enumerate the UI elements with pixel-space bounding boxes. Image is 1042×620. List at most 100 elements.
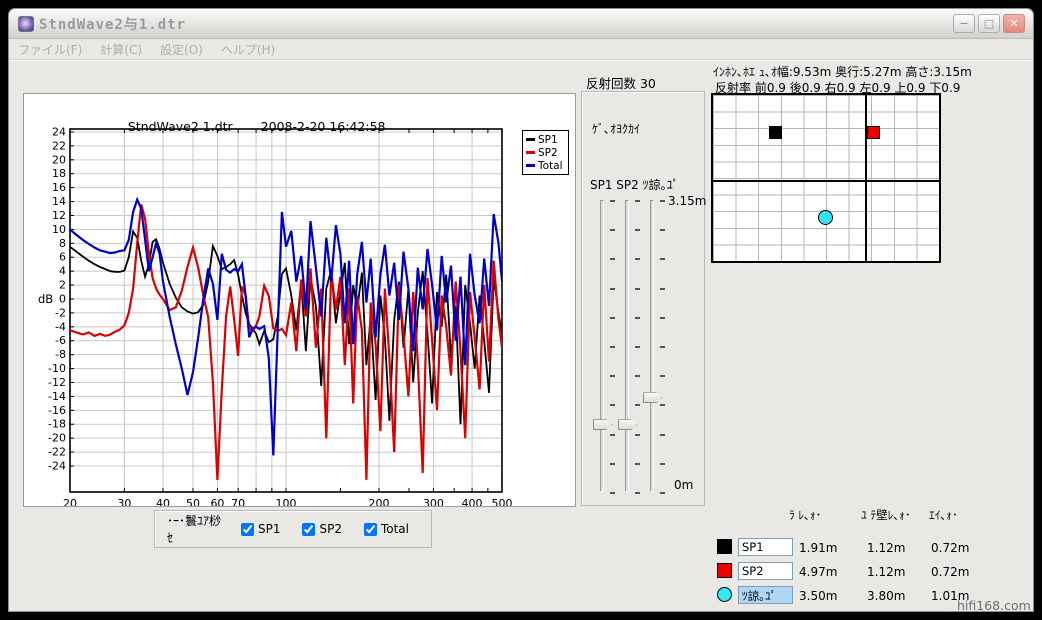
legend-item-total: Total xyxy=(526,159,565,172)
table-value: 1.12m xyxy=(867,541,905,555)
slider-thumb-2[interactable] xyxy=(618,419,637,430)
svg-text:dB: dB xyxy=(38,292,53,306)
app-window: StndWave2与1.dtr − □ ✕ ファイル(F) 計算(C) 設定(O… xyxy=(8,8,1034,612)
slider-tick xyxy=(610,346,615,348)
svg-text:4: 4 xyxy=(59,265,66,278)
slider-tick xyxy=(635,317,640,319)
svg-text:300: 300 xyxy=(423,497,444,506)
row-swatch-1 xyxy=(717,539,732,554)
slider-tick xyxy=(610,434,615,436)
legend-item-sp1: SP1 xyxy=(526,133,565,146)
checkbox-total-label[interactable]: Total xyxy=(381,522,409,536)
room-top-view-diagram[interactable] xyxy=(711,93,941,263)
svg-text:-2: -2 xyxy=(55,306,66,319)
slider-track-1[interactable] xyxy=(600,200,604,492)
height-slider-group: ｹﾞ､ｵﾖｸｶｲ SP1 SP2 ﾂ諒｡ﾕﾟ 3.15m 0m xyxy=(581,91,705,506)
row-swatch-3 xyxy=(717,587,732,602)
screen: StndWave2与1.dtr − □ ✕ ファイル(F) 計算(C) 設定(O… xyxy=(0,0,1042,620)
display-options-panel: ･ｰ･鬟ﾕｱ桫ｾ SP1 SP2 Total xyxy=(154,510,432,548)
svg-text:-16: -16 xyxy=(48,404,66,417)
slider-tick xyxy=(610,404,615,406)
row-name-input-2[interactable]: SP2 xyxy=(738,562,793,580)
app-icon xyxy=(18,16,34,32)
svg-text:14: 14 xyxy=(52,195,66,208)
chart-title-file: StndWave2 1.dtr xyxy=(128,119,233,134)
slider-tick xyxy=(635,404,640,406)
slider-tick xyxy=(635,492,640,494)
svg-text:50: 50 xyxy=(186,497,200,506)
checkbox-sp1[interactable] xyxy=(241,523,254,536)
slider-track-3[interactable] xyxy=(650,200,654,492)
window-title: StndWave2与1.dtr xyxy=(39,14,186,34)
slider-tick xyxy=(660,404,665,406)
title-bar: StndWave2与1.dtr − □ ✕ xyxy=(9,9,1033,39)
slider-tick xyxy=(660,200,665,202)
chart-legend: SP1 SP2 Total xyxy=(522,130,569,175)
slider-tick xyxy=(660,317,665,319)
svg-text:-20: -20 xyxy=(48,432,66,445)
room-marker-SP1[interactable] xyxy=(769,126,782,139)
row-name-input-1[interactable]: SP1 xyxy=(738,538,793,556)
slider-tick xyxy=(610,317,615,319)
slider-min-label: 0m xyxy=(674,478,693,492)
slider-tick xyxy=(635,288,640,290)
svg-text:18: 18 xyxy=(52,167,66,180)
slider-tick xyxy=(610,492,615,494)
sliders-caption: SP1 SP2 ﾂ諒｡ﾕﾟ xyxy=(590,176,679,193)
slider-tick xyxy=(610,258,615,260)
table-header-col2: ﾕ ﾃ壁ﾚ､ｫ･ xyxy=(861,507,911,523)
legend-dash-total xyxy=(526,164,535,167)
slider-track-2[interactable] xyxy=(625,200,629,492)
maximize-button[interactable]: □ xyxy=(978,14,1000,33)
menu-settings[interactable]: 設定(O) xyxy=(151,41,212,58)
menu-file[interactable]: ファイル(F) xyxy=(9,41,91,58)
row-name-input-3[interactable]: ﾂ諒｡ﾕﾟ xyxy=(738,586,793,604)
slider-tick xyxy=(660,258,665,260)
svg-text:200: 200 xyxy=(369,497,390,506)
watermark: hifi168.com xyxy=(957,598,1031,613)
reflection-count-label: 反射回数 30 xyxy=(586,73,656,92)
slider-tick xyxy=(660,346,665,348)
chart-panel: StndWave2 1.dtr2008-2-20 16:42:58 242220… xyxy=(23,93,576,507)
slider-tick xyxy=(610,375,615,377)
room-marker-SP2[interactable] xyxy=(867,126,880,139)
svg-text:0: 0 xyxy=(59,292,66,305)
slider-tick xyxy=(610,288,615,290)
slider-tick xyxy=(660,288,665,290)
slider-tick xyxy=(660,463,665,465)
room-center-hline xyxy=(713,180,939,182)
svg-text:-14: -14 xyxy=(48,390,66,403)
menu-help[interactable]: ヘルプ(H) xyxy=(212,41,284,58)
room-marker-listening-point[interactable] xyxy=(818,210,833,225)
menu-calc[interactable]: 計算(C) xyxy=(91,41,151,58)
display-options-label: ･ｰ･鬟ﾕｱ桫ｾ xyxy=(167,512,227,546)
checkbox-sp2[interactable] xyxy=(302,523,315,536)
slider-tick xyxy=(660,375,665,377)
slider-tick xyxy=(635,375,640,377)
room-center-vline xyxy=(865,95,867,261)
svg-text:400: 400 xyxy=(462,497,483,506)
minimize-button[interactable]: − xyxy=(953,14,975,33)
checkbox-sp2-label[interactable]: SP2 xyxy=(319,522,342,536)
table-value: 4.97m xyxy=(799,565,837,579)
checkbox-sp1-label[interactable]: SP1 xyxy=(258,522,281,536)
svg-text:70: 70 xyxy=(231,497,245,506)
menu-bar: ファイル(F) 計算(C) 設定(O) ヘルプ(H) xyxy=(9,39,1033,60)
svg-text:500: 500 xyxy=(492,497,513,506)
svg-text:-4: -4 xyxy=(55,320,66,333)
legend-dash-sp1 xyxy=(526,138,535,141)
close-button[interactable]: ✕ xyxy=(1003,14,1025,33)
slider-tick xyxy=(635,463,640,465)
legend-dash-sp2 xyxy=(526,151,535,154)
slider-thumb-1[interactable] xyxy=(593,419,612,430)
svg-text:6: 6 xyxy=(59,251,66,264)
svg-text:-24: -24 xyxy=(48,459,66,472)
svg-text:-6: -6 xyxy=(55,334,66,347)
slider-tick xyxy=(635,346,640,348)
slider-thumb-3[interactable] xyxy=(643,392,662,403)
slider-tick xyxy=(610,463,615,465)
svg-text:16: 16 xyxy=(52,181,66,194)
checkbox-total[interactable] xyxy=(364,523,377,536)
legend-item-sp2: SP2 xyxy=(526,146,565,159)
slider-tick xyxy=(635,258,640,260)
